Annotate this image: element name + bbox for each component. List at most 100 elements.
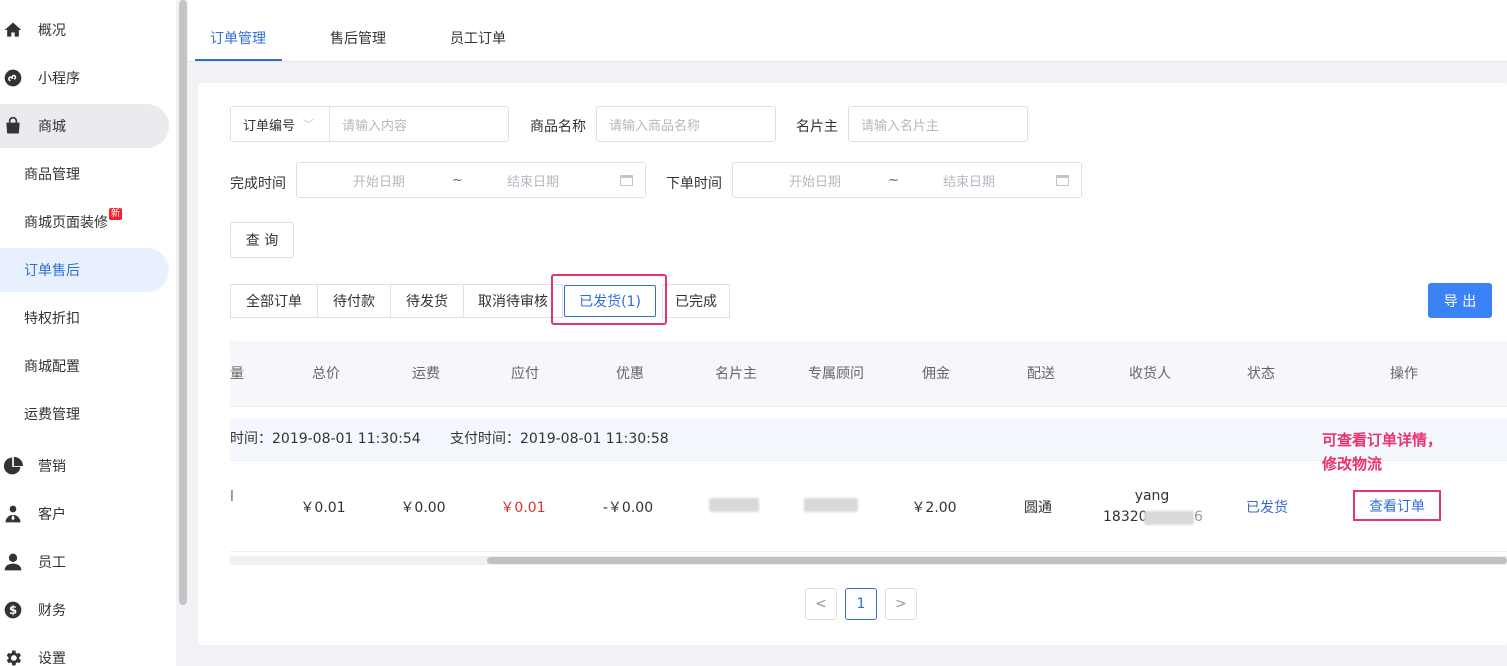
cell-shipping: ￥0.00	[400, 500, 446, 516]
order-field-select[interactable]: 订单编号 ﹀	[231, 107, 330, 141]
col-payable: 应付	[511, 366, 539, 382]
next-page-button[interactable]: >	[885, 588, 917, 620]
cell-status: 已发货	[1246, 500, 1288, 516]
place-start-date[interactable]: 开始日期	[789, 171, 841, 190]
sidebar-item-label: 财务	[38, 603, 66, 619]
finish-date-range[interactable]: 开始日期 ~ 结束日期	[296, 162, 646, 198]
sidebar-item-label: 小程序	[38, 71, 80, 87]
status-tab-to-ship[interactable]: 待发货	[390, 284, 464, 318]
product-name-placeholder: 请输入商品名称	[609, 118, 701, 134]
receiver-phone-suffix: 6	[1194, 509, 1203, 525]
order-search-group: 订单编号 ﹀ 请输入内容	[230, 106, 509, 142]
cell-total: ￥0.01	[300, 500, 346, 516]
sidebar-item-label: 特权折扣	[24, 311, 80, 327]
blurred-phone	[1144, 511, 1194, 525]
dollar-icon: $	[2, 599, 24, 621]
range-separator: ~	[888, 172, 899, 188]
customer-icon	[2, 503, 24, 525]
col-card-owner: 名片主	[715, 366, 757, 382]
new-badge: 新	[109, 208, 123, 220]
sidebar-item-label: 客户	[38, 507, 66, 523]
cell-receiver-name: yang	[1134, 488, 1170, 504]
home-icon	[2, 19, 24, 41]
sidebar-item-page-decoration[interactable]: 商城页面装修 新	[0, 200, 123, 244]
col-discount: 优惠	[616, 366, 644, 382]
order-create-time: 时间：2019-08-01 11:30:54	[230, 431, 421, 447]
order-pay-time: 支付时间：2019-08-01 11:30:58	[450, 431, 669, 447]
sidebar-item-discount[interactable]: 特权折扣	[0, 296, 80, 340]
top-tabs: 订单管理 售后管理 员工订单	[188, 0, 1507, 62]
sidebar-item-products[interactable]: 商品管理	[0, 152, 80, 196]
page-1-button[interactable]: 1	[845, 588, 877, 620]
sidebar-item-label: 员工	[38, 555, 66, 571]
cell-discount: -￥0.00	[602, 500, 654, 516]
tab-after-sales[interactable]: 售后管理	[330, 0, 386, 62]
annotation-note: 可查看订单详情， 修改物流	[1322, 428, 1442, 476]
col-status: 状态	[1247, 366, 1275, 382]
sidebar-item-miniprogram[interactable]: 小程序	[0, 56, 80, 100]
blurred-card-owner	[709, 498, 759, 512]
product-name-input[interactable]: 请输入商品名称	[596, 106, 776, 142]
sidebar-scrollbar[interactable]	[179, 0, 187, 605]
finish-end-date[interactable]: 结束日期	[507, 171, 559, 190]
finish-time-label: 完成时间	[230, 176, 286, 192]
col-total: 总价	[312, 366, 340, 382]
view-order-button[interactable]: 查看订单	[1353, 490, 1441, 521]
sidebar-item-staff[interactable]: 员工	[0, 540, 66, 584]
card-owner-input[interactable]: 请输入名片主	[848, 106, 1028, 142]
annotation-line-2: 修改物流	[1322, 455, 1383, 473]
col-quantity: 量	[230, 366, 244, 382]
col-consultant: 专属顾问	[808, 366, 864, 382]
gear-icon	[2, 647, 24, 666]
sidebar-item-mall[interactable]: 商城	[0, 104, 169, 148]
sidebar-item-label: 营销	[38, 459, 66, 475]
place-end-date[interactable]: 结束日期	[943, 171, 995, 190]
card-owner-label: 名片主	[796, 119, 838, 135]
sidebar-item-label: 设置	[38, 651, 66, 666]
status-tab-cancel-review[interactable]: 取消待审核	[463, 284, 563, 318]
place-date-range[interactable]: 开始日期 ~ 结束日期	[732, 162, 1082, 198]
tab-order-management[interactable]: 订单管理	[210, 0, 266, 62]
status-tab-completed[interactable]: 已完成	[662, 284, 730, 318]
prev-page-button[interactable]: <	[805, 588, 837, 620]
sidebar-item-label: 商品管理	[24, 167, 80, 183]
sidebar-item-label: 概况	[38, 23, 66, 39]
order-info-bar: 时间：2019-08-01 11:30:54 支付时间：2019-08-01 1…	[230, 418, 1507, 461]
range-separator: ~	[452, 172, 463, 188]
user-icon	[2, 551, 24, 573]
annotation-line-1: 可查看订单详情，	[1322, 431, 1443, 449]
receiver-phone-prefix: 18320	[1103, 509, 1148, 525]
tab-staff-orders[interactable]: 员工订单	[450, 0, 506, 62]
sidebar-item-settings[interactable]: 设置	[0, 636, 66, 666]
col-action: 操作	[1390, 366, 1418, 382]
status-tab-all[interactable]: 全部订单	[230, 284, 318, 318]
cell-delivery: 圆通	[1024, 500, 1052, 516]
row-quantity-fragment: l	[230, 489, 234, 505]
active-tab-indicator	[195, 59, 282, 61]
sidebar-item-label: 商城配置	[24, 359, 80, 375]
sidebar-item-mall-config[interactable]: 商城配置	[0, 344, 80, 388]
sidebar-item-label: 商城页面装修	[24, 215, 108, 231]
row-divider	[230, 551, 1507, 552]
col-receiver: 收货人	[1129, 366, 1171, 382]
col-delivery: 配送	[1027, 366, 1055, 382]
sidebar-item-overview[interactable]: 概况	[0, 8, 66, 52]
table-horizontal-scrollbar[interactable]	[487, 557, 1507, 564]
miniprogram-icon	[2, 67, 24, 89]
content-input[interactable]: 请输入内容	[330, 115, 407, 134]
calendar-icon	[620, 174, 633, 186]
finish-start-date[interactable]: 开始日期	[353, 171, 405, 190]
status-tab-unpaid[interactable]: 待付款	[317, 284, 391, 318]
sidebar-item-freight[interactable]: 运费管理	[0, 392, 80, 436]
sidebar-item-finance[interactable]: $ 财务	[0, 588, 66, 632]
sidebar-item-orders[interactable]: 订单售后	[0, 248, 169, 292]
calendar-icon	[1056, 174, 1069, 186]
cell-receiver-phone: 18320	[1103, 509, 1148, 525]
sidebar-item-customers[interactable]: 客户	[0, 492, 66, 536]
chevron-down-icon: ﹀	[303, 118, 315, 131]
query-button[interactable]: 查 询	[230, 222, 294, 258]
cell-payable: ￥0.01	[500, 500, 546, 516]
shipped-tab-highlight	[551, 274, 667, 325]
sidebar-item-marketing[interactable]: 营销	[0, 444, 66, 488]
export-button[interactable]: 导 出	[1428, 283, 1492, 318]
